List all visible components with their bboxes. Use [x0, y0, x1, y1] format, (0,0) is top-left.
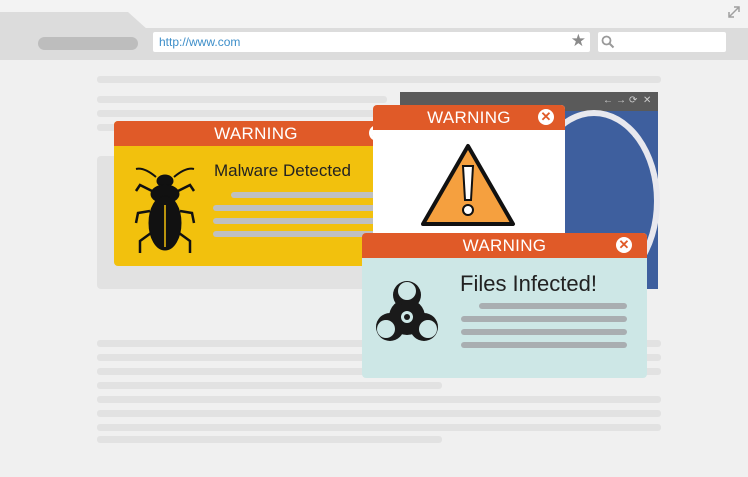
search-box[interactable] — [598, 32, 726, 52]
text-line — [461, 342, 627, 348]
warning-title: WARNING — [427, 108, 511, 127]
close-button[interactable]: ✕ — [616, 237, 632, 253]
content-line — [97, 110, 387, 117]
cockroach-icon — [134, 167, 196, 253]
back-icon[interactable]: ← — [603, 95, 613, 106]
forward-icon[interactable]: → — [616, 95, 626, 106]
warning-bar: WARNING ✕ — [362, 233, 647, 258]
popup-files-infected[interactable]: WARNING ✕ Files Infected! — [362, 233, 647, 378]
text-line — [479, 303, 627, 309]
refresh-icon[interactable]: ⟳ — [629, 95, 637, 106]
popup-message: Files Infected! — [460, 271, 597, 296]
address-bar[interactable]: http://www.com ★ — [153, 31, 590, 52]
content-line — [97, 436, 442, 443]
warning-triangle-icon — [421, 144, 515, 226]
content-line — [97, 410, 661, 417]
warning-bar: WARNING ✕ — [114, 121, 398, 146]
close-button[interactable]: ✕ — [538, 109, 554, 125]
warning-title: WARNING — [462, 236, 547, 255]
text-line — [461, 329, 627, 335]
content-line — [97, 382, 442, 389]
content-line — [97, 424, 661, 431]
content-line — [97, 96, 387, 103]
biohazard-icon — [376, 281, 438, 341]
content-line — [97, 396, 661, 403]
star-icon[interactable]: ★ — [571, 31, 586, 51]
text-line — [213, 205, 378, 211]
popup-message: Malware Detected — [214, 161, 352, 180]
tab-placeholder — [38, 37, 138, 50]
text-line — [213, 231, 378, 237]
search-icon — [601, 35, 615, 49]
text-line — [461, 316, 627, 322]
warning-bar: WARNING ✕ — [373, 105, 565, 130]
content-line — [97, 76, 661, 83]
warning-title: WARNING — [214, 124, 298, 143]
close-icon[interactable]: ✕ — [643, 95, 651, 106]
text-line — [231, 192, 378, 198]
expand-icon[interactable] — [728, 6, 740, 18]
text-line — [213, 218, 378, 224]
popup-malware-detected[interactable]: WARNING ✕ Malware Detected — [114, 121, 398, 266]
browser-tab[interactable] — [0, 12, 148, 30]
url-text: http://www.com — [159, 35, 241, 49]
